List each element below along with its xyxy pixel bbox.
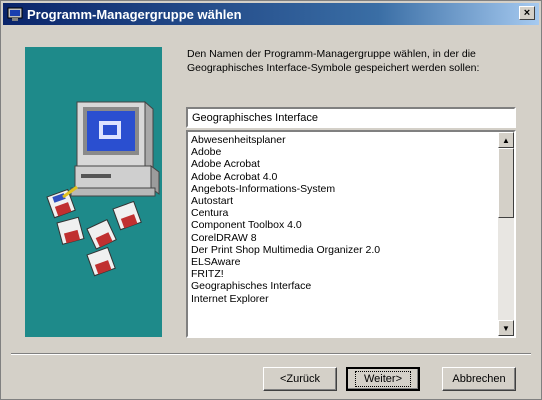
arrow-down-icon: ▼ <box>502 323 510 333</box>
close-button[interactable]: × <box>519 6 535 20</box>
vertical-scrollbar[interactable]: ▲ ▼ <box>498 132 514 336</box>
list-item[interactable]: Autostart <box>188 195 498 207</box>
list-item[interactable]: Angebots-Informations-System <box>188 183 498 195</box>
list-item[interactable]: Adobe Acrobat 4.0 <box>188 171 498 183</box>
cancel-button[interactable]: Abbrechen <box>442 367 516 391</box>
next-button[interactable]: Weiter> <box>346 367 420 391</box>
group-name-field[interactable]: Geographisches Interface <box>186 107 516 128</box>
group-list-items: Abwesenheitsplaner Adobe Adobe Acrobat Adob… <box>188 132 498 305</box>
list-item[interactable]: FRITZ! <box>188 268 498 280</box>
list-item[interactable]: CorelDRAW 8 <box>188 232 498 244</box>
title-bar[interactable]: Programm-Managergruppe wählen × <box>3 3 539 25</box>
instruction-text: Den Namen der Programm-Managergruppe wäh… <box>187 48 480 74</box>
list-item[interactable]: Internet Explorer <box>188 293 498 305</box>
scroll-up-button[interactable]: ▲ <box>498 132 514 148</box>
computer-with-disks-icon <box>46 100 160 277</box>
group-listbox[interactable]: Abwesenheitsplaner Adobe Adobe Acrobat Adob… <box>186 130 516 338</box>
list-item[interactable]: Geographisches Interface <box>188 280 498 292</box>
list-item[interactable]: Centura <box>188 207 498 219</box>
window-title: Programm-Managergruppe wählen <box>27 6 242 22</box>
back-button[interactable]: <Zurück <box>263 367 337 391</box>
list-item[interactable]: Adobe Acrobat <box>188 158 498 170</box>
scroll-thumb[interactable] <box>498 148 514 218</box>
next-button-label: Weiter> <box>354 371 411 387</box>
list-item[interactable]: Adobe <box>188 146 498 158</box>
separator <box>11 353 531 355</box>
wizard-illustration <box>25 47 162 337</box>
close-icon: × <box>523 6 531 19</box>
list-item[interactable]: Abwesenheitsplaner <box>188 134 498 146</box>
scroll-down-button[interactable]: ▼ <box>498 320 514 336</box>
arrow-up-icon: ▲ <box>502 135 510 145</box>
list-item[interactable]: Component Toolbox 4.0 <box>188 219 498 231</box>
setup-icon <box>7 7 23 21</box>
list-item[interactable]: ELSAware <box>188 256 498 268</box>
list-item[interactable]: Der Print Shop Multimedia Organizer 2.0 <box>188 244 498 256</box>
dialog-window: Programm-Managergruppe wählen × Den Name… <box>0 0 542 400</box>
